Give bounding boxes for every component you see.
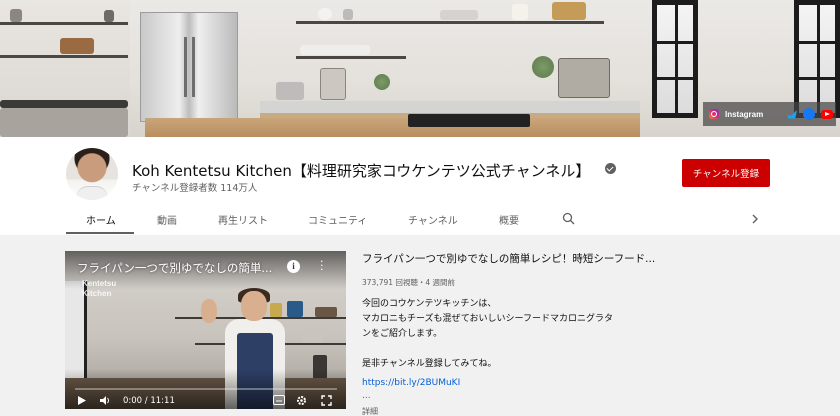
description-link[interactable]: https://bit.ly/2BUMuKI [362, 378, 460, 388]
video-time: 0:00 / 11:11 [123, 396, 175, 406]
facebook-icon[interactable] [803, 108, 816, 120]
channel-name: Koh Kentetsu Kitchen【料理研究家コウケンテツ公式チャンネル】 [132, 162, 591, 180]
progress-bar[interactable] [75, 388, 337, 390]
video-view-count: 373,791 回視聴・4 週間前 [362, 278, 456, 287]
search-icon[interactable] [562, 212, 575, 225]
subscriber-count: チャンネル登録者数 114万人 [132, 183, 258, 194]
channel-tabs: ホーム 動画 再生リスト コミュニティ チャンネル 概要 [0, 204, 840, 235]
settings-gear-icon[interactable] [296, 395, 307, 406]
active-tab-indicator [66, 232, 134, 234]
tab-videos[interactable]: 動画 [157, 212, 177, 227]
channel-avatar[interactable] [66, 148, 118, 200]
subscribe-button[interactable]: チャンネル登録 [682, 159, 770, 187]
instagram-link[interactable]: Instagram [725, 110, 763, 119]
read-more-link[interactable]: 詳細 [362, 406, 378, 416]
info-icon[interactable]: i [287, 260, 300, 273]
tab-about[interactable]: 概要 [499, 212, 519, 227]
channel-watermark: Kentetsu Kitchen [82, 279, 117, 298]
channel-header: Koh Kentetsu Kitchen【料理研究家コウケンテツ公式チャンネル】… [0, 137, 840, 235]
volume-icon[interactable] [99, 395, 111, 406]
tab-playlists[interactable]: 再生リスト [218, 212, 268, 227]
fullscreen-icon[interactable] [321, 395, 332, 406]
channel-banner: Instagram [0, 0, 840, 137]
verified-badge-icon [605, 163, 616, 174]
twitter-icon[interactable] [787, 109, 798, 119]
channel-social-links: Instagram [703, 102, 836, 126]
featured-section: フライパン一つで別ゆでなしの簡単... Kentetsu Kitchen i ·… [0, 235, 840, 416]
chevron-right-icon[interactable] [750, 213, 760, 225]
tab-channels[interactable]: チャンネル [408, 212, 458, 227]
player-video-title[interactable]: フライパン一つで別ゆでなしの簡単... [77, 260, 297, 276]
youtube-icon[interactable] [821, 109, 834, 119]
tab-community[interactable]: コミュニティ [308, 212, 367, 227]
description-ellipsis: ... [362, 391, 371, 401]
featured-video-title[interactable]: フライパン一つで別ゆでなしの簡単レシピ！時短シーフード... [362, 251, 655, 266]
video-description: 今回のコウケンテツキッチンは、 マカロニもチーズも混ぜておいしいシーフードマカロ… [362, 299, 614, 369]
featured-video-player[interactable]: フライパン一つで別ゆでなしの簡単... Kentetsu Kitchen i ·… [65, 251, 346, 409]
captions-icon[interactable] [273, 395, 285, 405]
tab-home[interactable]: ホーム [86, 212, 116, 227]
more-options-icon[interactable]: · · · [320, 256, 326, 275]
instagram-icon[interactable] [709, 109, 719, 119]
youtube-channel-page: Instagram Koh Kentetsu Kitchen【料理研究家コウケン… [0, 0, 840, 416]
play-icon[interactable] [77, 395, 87, 406]
